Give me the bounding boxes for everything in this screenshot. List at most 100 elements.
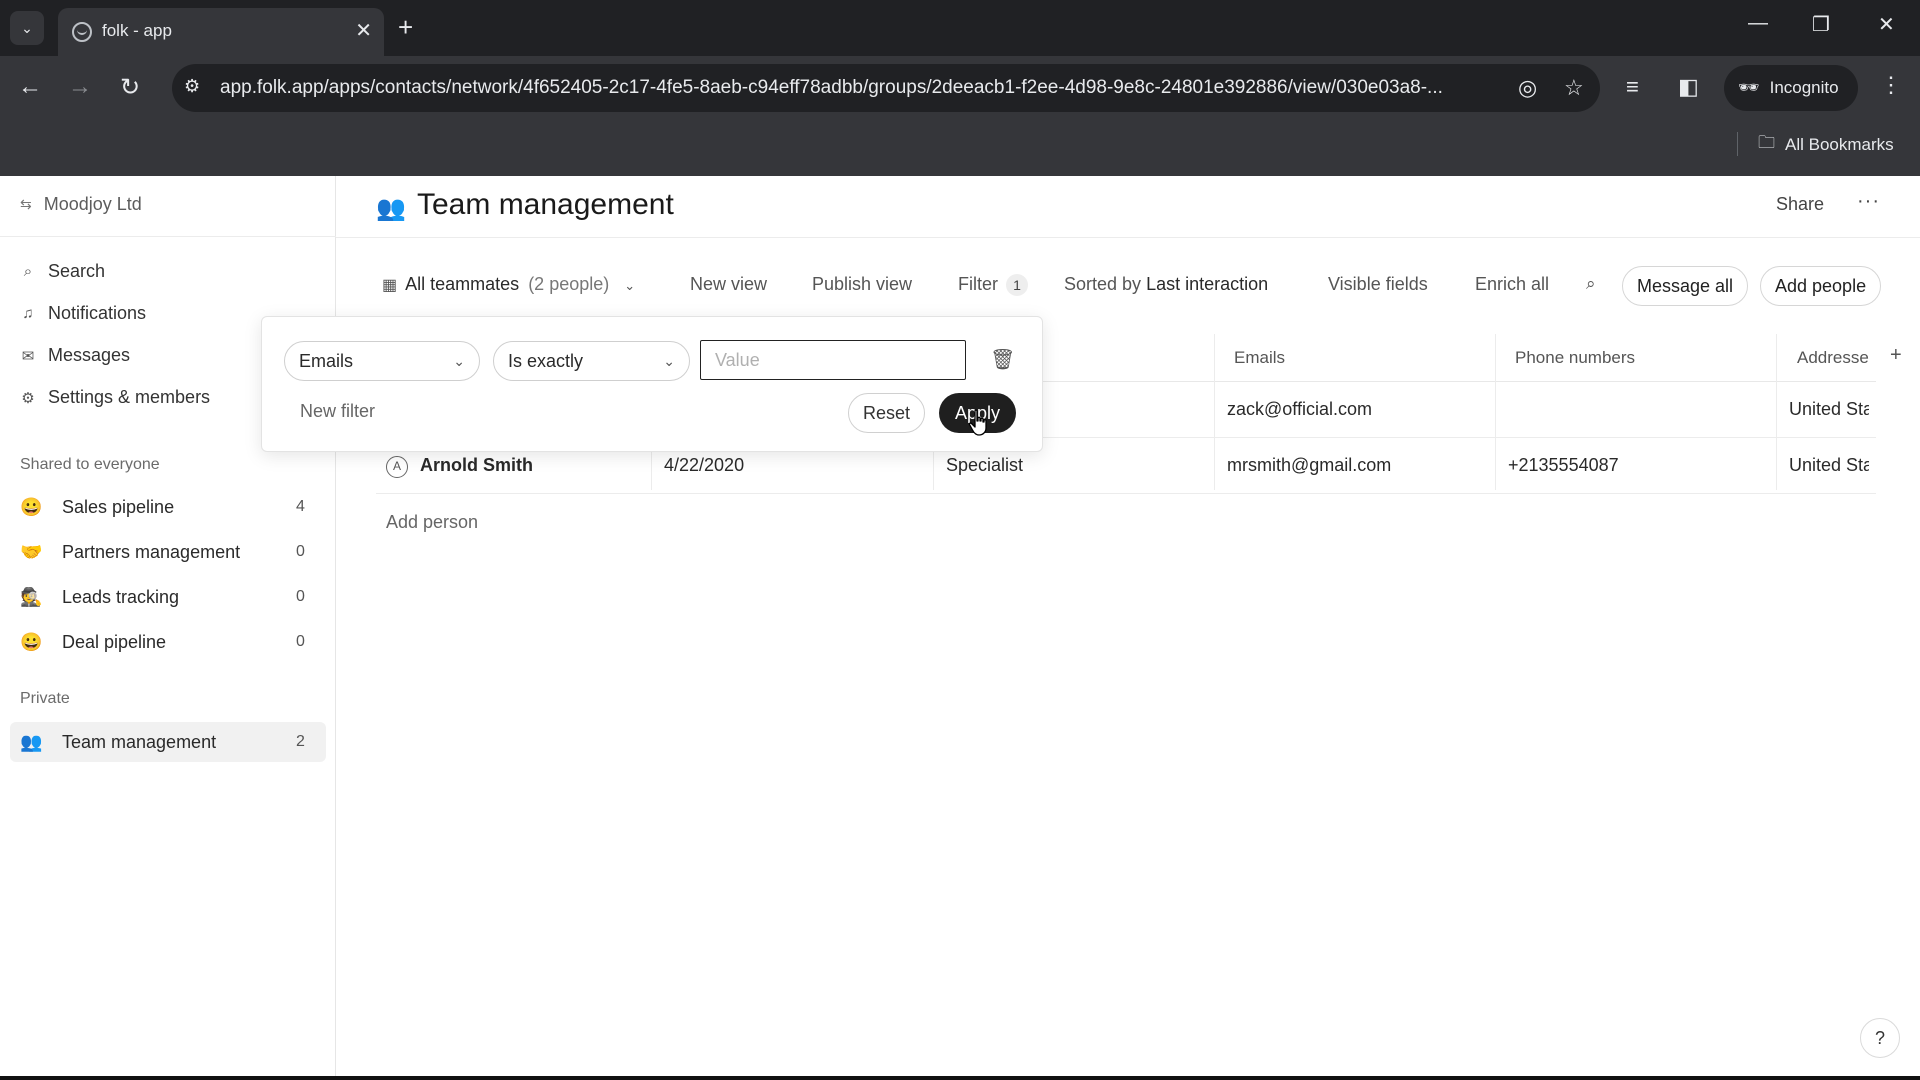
- group-count: 4: [296, 498, 305, 515]
- chevron-down-icon: ⌄: [663, 352, 675, 369]
- cell-job-title[interactable]: Specialist: [946, 455, 1023, 476]
- group-emoji-icon: 😀: [20, 631, 43, 652]
- sidebar-item-notifications[interactable]: ♫ Notifications: [20, 303, 146, 324]
- group-count: 0: [296, 588, 305, 605]
- filter-button[interactable]: Filter 1: [958, 274, 1028, 296]
- add-column-icon[interactable]: +: [1890, 344, 1902, 367]
- cell-name[interactable]: Arnold Smith: [420, 455, 533, 476]
- new-view-button[interactable]: New view: [690, 274, 767, 295]
- cell-date[interactable]: 4/22/2020: [664, 455, 744, 476]
- sidebar-item-settings[interactable]: ⚙ Settings & members: [20, 387, 210, 408]
- incognito-icon: 🕶: [1738, 78, 1760, 97]
- bookmark-star-icon[interactable]: ☆: [1564, 75, 1584, 101]
- cell-email[interactable]: mrsmith@gmail.com: [1227, 455, 1391, 476]
- view-name: All teammates: [405, 274, 520, 294]
- new-filter-button[interactable]: New filter: [300, 401, 375, 422]
- incognito-label: Incognito: [1769, 78, 1839, 97]
- view-selector[interactable]: ▦ All teammates (2 people) ⌄: [382, 274, 635, 295]
- filter-label: Filter: [958, 274, 998, 294]
- group-emoji-icon: 🤝: [20, 541, 43, 562]
- column-header-emails[interactable]: Emails: [1234, 348, 1285, 368]
- table-search-icon[interactable]: ⌕: [1586, 274, 1596, 294]
- new-tab-icon[interactable]: +: [398, 10, 413, 44]
- incognito-badge[interactable]: 🕶 Incognito: [1724, 65, 1858, 111]
- group-emoji-icon: 🕵: [20, 586, 43, 607]
- tab-close-icon[interactable]: ✕: [355, 18, 372, 43]
- chevron-down-icon: ⌄: [453, 352, 465, 369]
- sort-field: Last interaction: [1146, 274, 1269, 294]
- filter-count-badge: 1: [1006, 274, 1028, 296]
- cell-phone[interactable]: +2135554087: [1508, 455, 1619, 476]
- group-emoji-icon: 👥: [20, 731, 43, 752]
- more-options-icon[interactable]: ···: [1857, 190, 1880, 213]
- search-icon: ⌕: [23, 263, 33, 280]
- filter-field-select[interactable]: Emails ⌄: [284, 341, 480, 381]
- share-button[interactable]: Share: [1776, 194, 1824, 215]
- cell-address[interactable]: United Sta: [1789, 399, 1869, 420]
- sidebar-group-deal-pipeline[interactable]: 😀 Deal pipeline 0: [10, 622, 326, 662]
- filter-operator-select[interactable]: Is exactly ⌄: [493, 341, 690, 381]
- browser-tab[interactable]: folk - app ✕: [58, 8, 384, 56]
- sidebar-item-search[interactable]: ⌕ Search: [20, 261, 105, 282]
- filter-field-value: Emails: [299, 350, 354, 371]
- close-window-icon[interactable]: ✕: [1878, 12, 1895, 37]
- group-name: Team management: [62, 731, 217, 752]
- publish-view-button[interactable]: Publish view: [812, 274, 912, 295]
- group-count: 0: [296, 543, 305, 560]
- sidebar-item-label: Settings & members: [48, 387, 211, 407]
- enrich-all-button[interactable]: Enrich all: [1475, 274, 1549, 295]
- url-text[interactable]: app.folk.app/apps/contacts/network/4f652…: [220, 77, 1500, 99]
- people-icon: 👥: [376, 195, 406, 222]
- column-header-phone-numbers[interactable]: Phone numbers: [1515, 348, 1635, 368]
- sidebar-item-label: Notifications: [48, 303, 147, 323]
- eye-off-icon[interactable]: ◎: [1518, 75, 1537, 101]
- visible-fields-button[interactable]: Visible fields: [1328, 274, 1428, 295]
- forward-icon[interactable]: →: [68, 73, 92, 101]
- tab-title: folk - app: [102, 21, 172, 40]
- sidebar-group-team-management[interactable]: 👥 Team management 2: [10, 722, 326, 762]
- folder-icon: 🗀: [1758, 133, 1775, 152]
- hand-cursor-icon: [968, 409, 987, 436]
- sidebar-group-leads-tracking[interactable]: 🕵 Leads tracking 0: [10, 577, 326, 617]
- reset-button[interactable]: Reset: [848, 393, 926, 433]
- browser-tabstrip: ⌄ folk - app ✕ + — ❐ ✕: [0, 0, 1920, 56]
- media-controls-icon[interactable]: ≡: [1626, 74, 1639, 100]
- minimize-icon[interactable]: —: [1748, 12, 1768, 35]
- filter-value-input[interactable]: [700, 340, 966, 380]
- back-icon[interactable]: ←: [18, 73, 42, 101]
- bottom-edge: [0, 1076, 1920, 1080]
- browser-menu-icon[interactable]: ⋮: [1880, 72, 1902, 98]
- sidebar-group-partners-management[interactable]: 🤝 Partners management 0: [10, 532, 326, 572]
- cell-email[interactable]: zack@official.com: [1227, 399, 1372, 420]
- add-person-button[interactable]: Add person: [386, 512, 478, 533]
- sidebar-group-sales-pipeline[interactable]: 😀 Sales pipeline 4: [10, 487, 326, 527]
- sidebar-divider: [0, 236, 336, 237]
- group-count: 2: [296, 733, 305, 750]
- workspace-icon: ⇆: [20, 196, 32, 212]
- add-people-button[interactable]: Add people: [1760, 266, 1882, 306]
- message-all-button[interactable]: Message all: [1622, 266, 1749, 306]
- trash-icon[interactable]: 🗑: [990, 347, 1015, 372]
- cell-address[interactable]: United Sta: [1789, 455, 1869, 476]
- all-bookmarks-label: All Bookmarks: [1785, 134, 1894, 154]
- reload-icon[interactable]: ↻: [120, 73, 140, 102]
- private-section-label: Private: [20, 690, 70, 707]
- all-bookmarks-button[interactable]: 🗀 All Bookmarks: [1758, 130, 1894, 159]
- sort-button[interactable]: Sorted by Last interaction: [1064, 274, 1268, 295]
- address-bar[interactable]: ⚙ app.folk.app/apps/contacts/network/4f6…: [172, 64, 1600, 112]
- site-info-icon[interactable]: ⚙: [184, 76, 200, 97]
- chevron-down-icon: ⌄: [624, 278, 636, 293]
- tab-favicon-icon: [72, 22, 92, 42]
- column-header-addresses[interactable]: Addresse: [1797, 348, 1869, 368]
- side-panel-icon[interactable]: ◧: [1678, 74, 1699, 100]
- restore-icon[interactable]: ❐: [1812, 12, 1830, 37]
- tab-search-icon[interactable]: ⌄: [10, 11, 44, 45]
- sidebar-item-messages[interactable]: ✉ Messages: [20, 345, 130, 366]
- mail-icon: ✉: [21, 347, 35, 365]
- group-name: Partners management: [62, 541, 241, 562]
- sidebar: ⇆ Moodjoy Ltd ⌕ Search ♫ Notifications ✉…: [0, 176, 336, 1080]
- group-name: Sales pipeline: [62, 496, 175, 517]
- workspace-switcher[interactable]: ⇆ Moodjoy Ltd: [20, 194, 142, 215]
- help-button[interactable]: ?: [1860, 1018, 1900, 1058]
- group-name: Leads tracking: [62, 586, 180, 607]
